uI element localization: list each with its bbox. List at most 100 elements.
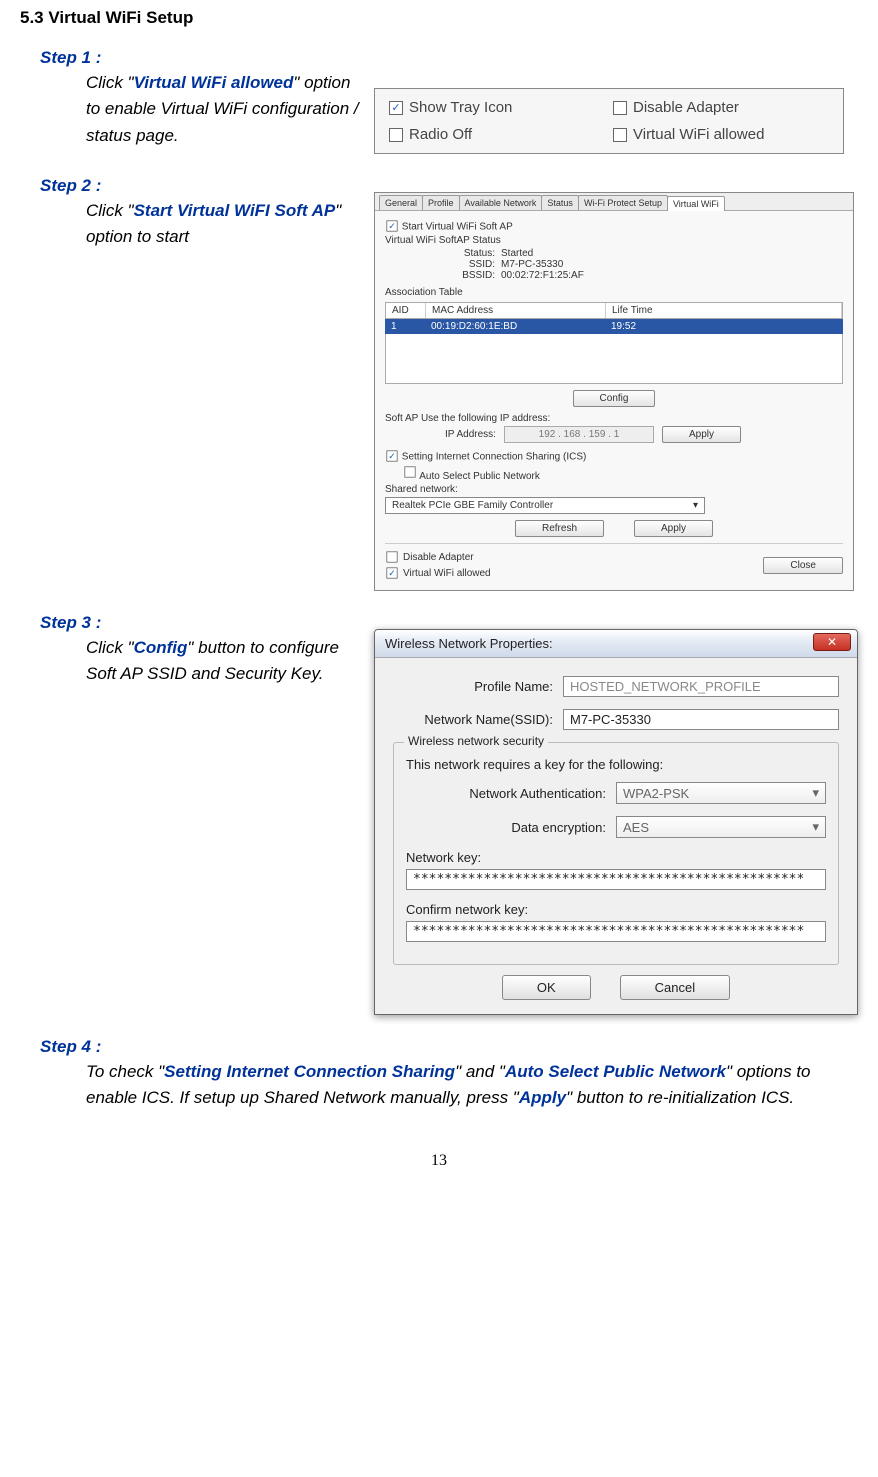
apply-ics-button[interactable]: Apply [634, 520, 713, 537]
col-aid: AID [386, 303, 426, 318]
shared-network-label: Shared network: [385, 484, 843, 495]
config-button[interactable]: Config [573, 390, 656, 407]
auto-select-option[interactable]: Auto Select Public Network [403, 465, 843, 482]
assoc-table-empty [385, 334, 843, 384]
checkbox-checked-icon: ✓ [386, 567, 397, 578]
tab-wps[interactable]: Wi-Fi Protect Setup [578, 195, 668, 210]
network-key-field[interactable]: ****************************************… [406, 869, 826, 890]
assoc-table-header: AID MAC Address Life Time [385, 302, 843, 319]
ip-address-field[interactable]: 192 . 168 . 159 . 1 [504, 426, 654, 443]
cancel-button[interactable]: Cancel [620, 975, 730, 1000]
options-panel-figure: ✓ Show Tray Icon Disable Adapter Radio O… [374, 88, 844, 154]
association-table-heading: Association Table [385, 287, 843, 298]
step-4-h2: Auto Select Public Network [505, 1062, 726, 1081]
close-button[interactable]: Close [763, 557, 843, 574]
col-lifetime: Life Time [606, 303, 842, 318]
checkbox-icon [613, 101, 627, 115]
checkbox-icon [404, 466, 415, 477]
step-4-t1: To check " [86, 1062, 164, 1081]
softap-status-heading: Virtual WiFi SoftAP Status [385, 235, 843, 246]
refresh-button[interactable]: Refresh [515, 520, 604, 537]
footer-disable-adapter-option[interactable]: Disable Adapter [385, 550, 491, 564]
encryption-value: AES [623, 820, 649, 835]
checkbox-icon [386, 551, 397, 562]
tab-profile[interactable]: Profile [422, 195, 460, 210]
step-4-label: Step 4 : [40, 1037, 858, 1057]
cell-mac: 00:19:D2:60:1E:BD [425, 319, 605, 334]
ics-option-label: Setting Internet Connection Sharing (ICS… [402, 452, 587, 463]
tab-available-network[interactable]: Available Network [459, 195, 543, 210]
footer-vwifi-allowed-label: Virtual WiFi allowed [403, 568, 491, 579]
ssid-field[interactable]: M7-PC-35330 [563, 709, 839, 730]
auth-select[interactable]: WPA2-PSK ▾ [616, 782, 826, 804]
step-2-highlight: Start Virtual WiFI Soft AP [134, 201, 336, 220]
step-4-h1: Setting Internet Connection Sharing [164, 1062, 455, 1081]
close-icon[interactable]: ✕ [813, 633, 851, 651]
profile-name-field[interactable]: HOSTED_NETWORK_PROFILE [563, 676, 839, 697]
encryption-select[interactable]: AES ▾ [616, 816, 826, 838]
disable-adapter-label: Disable Adapter [633, 99, 739, 116]
checkbox-checked-icon: ✓ [386, 220, 397, 231]
status-key: Status: [447, 248, 495, 259]
step-4-block: Step 4 : To check "Setting Internet Conn… [40, 1037, 858, 1112]
confirm-key-label: Confirm network key: [406, 902, 826, 917]
step-2-text: Click "Start Virtual WiFI Soft AP" optio… [40, 198, 360, 251]
security-groupbox: Wireless network security This network r… [393, 742, 839, 965]
profile-name-label: Profile Name: [393, 679, 563, 694]
virtual-wifi-allowed-label: Virtual WiFi allowed [633, 126, 764, 143]
footer-vwifi-allowed-option[interactable]: ✓ Virtual WiFi allowed [385, 566, 491, 580]
auto-select-label: Auto Select Public Network [419, 471, 540, 482]
step-1-highlight: Virtual WiFi allowed [134, 73, 294, 92]
ip-address-heading: Soft AP Use the following IP address: [385, 413, 843, 424]
status-value: Started [501, 248, 533, 259]
start-softap-label: Start Virtual WiFi Soft AP [402, 222, 513, 233]
shared-network-value: Realtek PCIe GBE Family Controller [392, 500, 553, 511]
step-1-text: Click "Virtual WiFi allowed" option to e… [40, 70, 360, 149]
show-tray-icon-label: Show Tray Icon [409, 99, 512, 116]
step-1-pre: Click " [86, 73, 134, 92]
tab-status[interactable]: Status [541, 195, 579, 210]
wireless-properties-dialog-figure: Wireless Network Properties: ✕ Profile N… [374, 629, 858, 1015]
radio-off-option[interactable]: Radio Off [389, 126, 605, 143]
chevron-down-icon: ▾ [812, 785, 819, 801]
tab-bar: General Profile Available Network Status… [375, 193, 853, 211]
ssid-key: SSID: [447, 259, 495, 270]
shared-network-select[interactable]: Realtek PCIe GBE Family Controller ▾ [385, 497, 705, 514]
step-4-t4: " button to re-initialization ICS. [566, 1088, 794, 1107]
assoc-table-row[interactable]: 1 00:19:D2:60:1E:BD 19:52 [385, 319, 843, 334]
tab-general[interactable]: General [379, 195, 423, 210]
section-title: 5.3 Virtual WiFi Setup [20, 8, 858, 28]
auth-label: Network Authentication: [406, 786, 616, 801]
ssid-label: Network Name(SSID): [393, 712, 563, 727]
dialog-title-bar: Wireless Network Properties: ✕ [375, 630, 857, 658]
checkbox-icon [613, 128, 627, 142]
confirm-key-field[interactable]: ****************************************… [406, 921, 826, 942]
chevron-down-icon: ▾ [812, 819, 819, 835]
step-2-pre: Click " [86, 201, 134, 220]
ssid-value: M7-PC-35330 [501, 259, 563, 270]
checkbox-icon [389, 128, 403, 142]
step-4-text: To check "Setting Internet Connection Sh… [86, 1059, 858, 1112]
checkbox-checked-icon: ✓ [389, 101, 403, 115]
encryption-label: Data encryption: [406, 820, 616, 835]
dialog-title-text: Wireless Network Properties: [385, 636, 553, 651]
cell-lifetime: 19:52 [605, 319, 843, 334]
disable-adapter-option[interactable]: Disable Adapter [613, 99, 829, 116]
tab-virtual-wifi[interactable]: Virtual WiFi [667, 196, 725, 211]
show-tray-icon-option[interactable]: ✓ Show Tray Icon [389, 99, 605, 116]
step-3-block: Step 3 : Click "Config" button to config… [40, 613, 858, 1015]
virtual-wifi-allowed-option[interactable]: Virtual WiFi allowed [613, 126, 829, 143]
ics-option[interactable]: ✓ Setting Internet Connection Sharing (I… [385, 449, 843, 463]
apply-ip-button[interactable]: Apply [662, 426, 741, 443]
step-2-block: Step 2 : Click "Start Virtual WiFI Soft … [40, 176, 858, 591]
security-groupbox-desc: This network requires a key for the foll… [406, 757, 826, 772]
bssid-value: 00:02:72:F1:25:AF [501, 270, 584, 281]
chevron-down-icon: ▾ [693, 500, 698, 511]
security-groupbox-title: Wireless network security [404, 734, 548, 748]
step-3-highlight: Config [134, 638, 188, 657]
network-key-label: Network key: [406, 850, 826, 865]
step-4-t2: " and " [455, 1062, 505, 1081]
start-softap-option[interactable]: ✓ Start Virtual WiFi Soft AP [385, 219, 843, 233]
ok-button[interactable]: OK [502, 975, 591, 1000]
cell-aid: 1 [385, 319, 425, 334]
